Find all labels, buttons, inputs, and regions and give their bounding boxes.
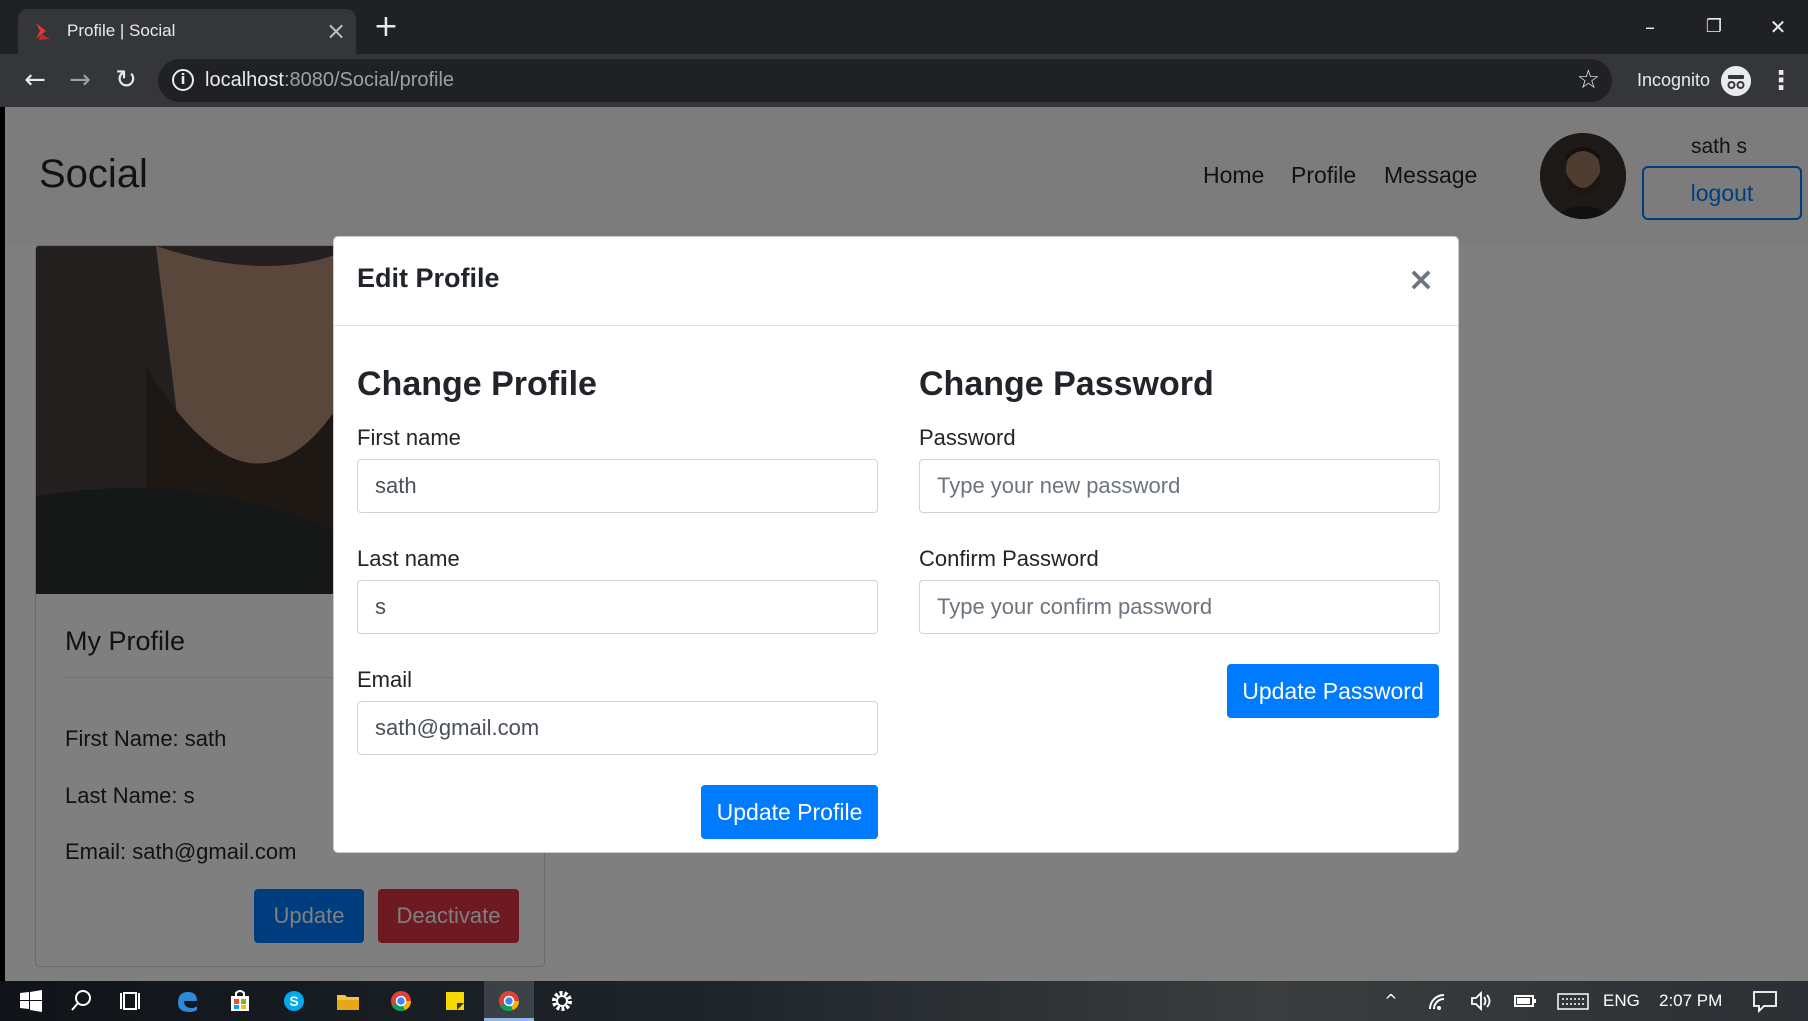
browser-toolbar: ← → ↻ i localhost:8080/Social/profile ☆ …	[0, 54, 1808, 107]
store-icon[interactable]	[225, 987, 255, 1015]
window-minimize-button[interactable]: –	[1628, 10, 1672, 44]
url-text[interactable]: localhost:8080/Social/profile	[205, 69, 454, 92]
app-favicon-icon	[36, 23, 50, 40]
confirm-password-label: Confirm Password	[919, 546, 1099, 571]
bookmark-star-icon[interactable]: ☆	[1577, 65, 1600, 95]
sticky-notes-icon[interactable]	[440, 987, 470, 1015]
window-close-button[interactable]: ✕	[1756, 10, 1800, 44]
windows-start-icon[interactable]	[16, 987, 46, 1015]
modal-close-icon[interactable]: ×	[1404, 259, 1438, 299]
page-viewport: Social Home Profile Message sath s logou…	[5, 107, 1808, 981]
language-indicator[interactable]: ENG	[1603, 991, 1640, 1011]
email-input[interactable]	[357, 701, 878, 755]
os-taskbar: S ^ ENG 2:07 PM	[0, 981, 1808, 1021]
battery-icon[interactable]	[1510, 987, 1540, 1015]
search-icon[interactable]	[66, 987, 96, 1015]
edge-browser-icon[interactable]	[172, 987, 202, 1015]
svg-text:S: S	[289, 993, 298, 1009]
new-tab-button[interactable]: +	[370, 12, 402, 44]
last-name-label: Last name	[357, 546, 460, 571]
incognito-icon[interactable]	[1721, 66, 1751, 96]
incognito-label: Incognito	[1637, 70, 1711, 90]
keyboard-icon[interactable]	[1556, 987, 1590, 1015]
update-profile-button[interactable]: Update Profile	[701, 785, 878, 839]
browser-tab-active[interactable]: Profile | Social ×	[18, 9, 356, 54]
email-label: Email	[357, 667, 413, 692]
browser-menu-icon[interactable]: ⋮	[1768, 66, 1794, 96]
notifications-icon[interactable]	[1750, 987, 1780, 1015]
tray-chevron-up-icon[interactable]: ^	[1376, 987, 1406, 1015]
password-label: Password	[919, 425, 1016, 450]
back-arrow-icon[interactable]: ←	[18, 63, 52, 97]
confirm-password-input[interactable]	[919, 580, 1440, 634]
change-profile-heading: Change Profile	[357, 365, 597, 403]
window-restore-button[interactable]: ❐	[1692, 10, 1736, 44]
site-info-icon[interactable]: i	[172, 69, 194, 91]
password-input[interactable]	[919, 459, 1440, 513]
file-explorer-icon[interactable]	[333, 987, 363, 1015]
tab-close-icon[interactable]: ×	[323, 15, 349, 47]
wifi-icon[interactable]	[1424, 987, 1454, 1015]
update-password-button[interactable]: Update Password	[1227, 664, 1439, 718]
settings-gear-icon[interactable]	[547, 987, 577, 1015]
forward-arrow-icon[interactable]: →	[63, 63, 97, 97]
first-name-label: First name	[357, 425, 461, 450]
first-name-input[interactable]	[357, 459, 878, 513]
browser-tabstrip: Profile | Social × + – ❐ ✕	[0, 0, 1808, 54]
task-view-icon[interactable]	[117, 987, 147, 1015]
edit-profile-modal: Edit Profile × Change Profile First name…	[333, 236, 1459, 853]
skype-icon[interactable]: S	[279, 987, 309, 1015]
change-password-heading: Change Password	[919, 365, 1214, 403]
reload-icon[interactable]: ↻	[109, 63, 143, 97]
volume-icon[interactable]	[1466, 987, 1496, 1015]
address-bar[interactable]: i localhost:8080/Social/profile ☆	[158, 59, 1612, 102]
chrome-icon[interactable]	[386, 987, 416, 1015]
modal-title: Edit Profile	[357, 263, 500, 293]
taskbar-clock[interactable]: 2:07 PM	[1659, 991, 1722, 1011]
chrome-incognito-icon[interactable]	[494, 987, 524, 1015]
tab-title: Profile | Social	[67, 21, 176, 40]
modal-header: Edit Profile ×	[334, 237, 1458, 326]
last-name-input[interactable]	[357, 580, 878, 634]
